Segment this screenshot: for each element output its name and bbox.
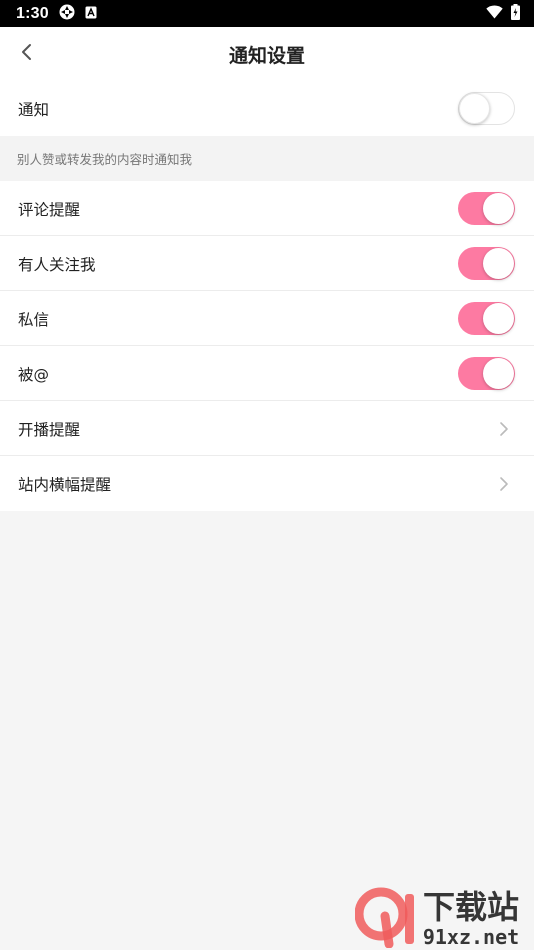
status-left: 1:30 bbox=[16, 4, 97, 24]
status-bar: 1:30 bbox=[0, 0, 534, 27]
mentioned-toggle[interactable] bbox=[458, 357, 515, 390]
setting-row-comment-reminder: 评论提醒 bbox=[0, 181, 534, 236]
header: 通知设置 bbox=[0, 27, 534, 81]
chevron-right-icon bbox=[493, 418, 515, 440]
notification-master-label: 通知 bbox=[18, 100, 50, 119]
setting-label: 开播提醒 bbox=[18, 420, 81, 439]
notification-master-toggle[interactable] bbox=[458, 92, 515, 125]
new-follower-toggle[interactable] bbox=[458, 247, 515, 280]
comment-reminder-toggle[interactable] bbox=[458, 192, 515, 225]
setting-row-banner-reminder[interactable]: 站内横幅提醒 bbox=[0, 456, 534, 511]
toggle-knob bbox=[483, 248, 514, 279]
sync-icon bbox=[59, 4, 75, 24]
setting-label: 评论提醒 bbox=[18, 200, 81, 219]
chevron-right-icon bbox=[493, 473, 515, 495]
wifi-icon bbox=[486, 4, 503, 23]
settings-list: 评论提醒 有人关注我 私信 被@ 开播提醒 站内横幅提醒 bbox=[0, 181, 534, 511]
private-message-toggle[interactable] bbox=[458, 302, 515, 335]
setting-label: 有人关注我 bbox=[18, 255, 96, 274]
back-button[interactable] bbox=[8, 36, 44, 72]
app-notification-icon bbox=[85, 4, 97, 23]
setting-row-mentioned: 被@ bbox=[0, 346, 534, 401]
toggle-knob bbox=[459, 92, 490, 124]
toggle-knob bbox=[483, 358, 514, 389]
page-title: 通知设置 bbox=[228, 44, 305, 67]
battery-icon bbox=[511, 3, 520, 24]
status-time: 1:30 bbox=[16, 4, 49, 22]
setting-label: 私信 bbox=[18, 310, 50, 329]
section-note: 别人赞或转发我的内容时通知我 bbox=[0, 136, 534, 181]
notification-master-row: 通知 bbox=[0, 81, 534, 136]
toggle-knob bbox=[483, 193, 514, 224]
setting-label: 站内横幅提醒 bbox=[18, 475, 112, 494]
watermark-domain: 91xz.net bbox=[423, 925, 519, 948]
setting-row-new-follower: 有人关注我 bbox=[0, 236, 534, 291]
watermark-logo: 下载站 91xz.net bbox=[354, 880, 530, 949]
watermark-brand: 下载站 bbox=[423, 888, 519, 926]
setting-row-private-message: 私信 bbox=[0, 291, 534, 346]
setting-label: 被@ bbox=[18, 365, 50, 384]
toggle-knob bbox=[483, 303, 514, 334]
setting-row-live-reminder[interactable]: 开播提醒 bbox=[0, 401, 534, 456]
chevron-left-icon bbox=[20, 43, 32, 65]
status-right bbox=[486, 3, 520, 24]
